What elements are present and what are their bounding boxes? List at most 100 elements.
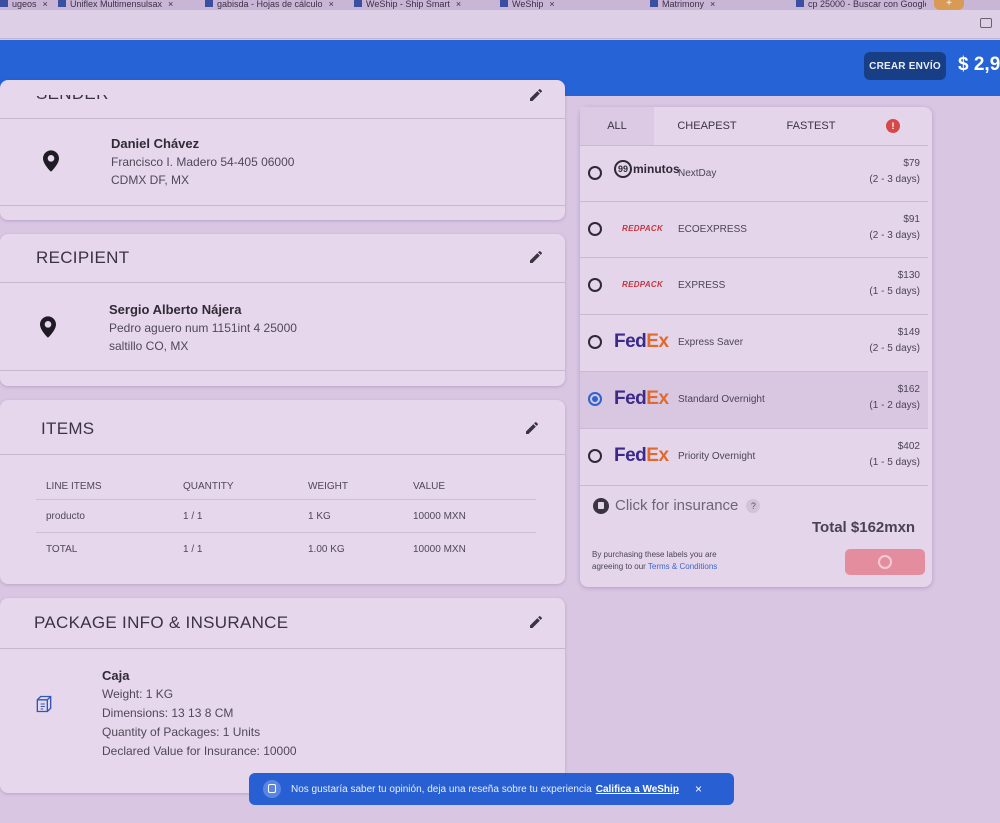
browser-tab[interactable]: cp 25000 - Buscar con Google× — [796, 0, 926, 10]
edit-sender-icon[interactable] — [528, 87, 544, 103]
tab-label: gabisda - Hojas de cálculo — [217, 0, 323, 9]
rate-option-selected[interactable]: FedEx Standard Overnight $162 (1 - 2 days… — [580, 371, 928, 428]
rate-radio[interactable] — [588, 222, 602, 236]
column-header: LINE ITEMS — [46, 480, 102, 492]
divider — [0, 648, 565, 649]
rate-radio[interactable] — [588, 449, 602, 463]
location-pin-icon — [40, 316, 56, 338]
items-title: ITEMS — [41, 419, 95, 438]
lock-icon — [593, 497, 609, 514]
tab-close-icon[interactable]: × — [456, 0, 461, 9]
divider — [0, 370, 565, 371]
tab-label: cp 25000 - Buscar con Google — [808, 0, 926, 9]
rate-option[interactable]: REDPACK EXPRESS $130 (1 - 5 days) — [580, 257, 928, 314]
tab-favicon-icon — [650, 0, 658, 7]
rate-service: Priority Overnight — [678, 451, 756, 462]
total-label-cell: TOTAL — [36, 532, 173, 565]
tab-favicon-icon — [58, 0, 66, 7]
tab-all[interactable]: ALL — [580, 107, 654, 145]
package-quantity: Quantity of Packages: 1 Units — [102, 725, 261, 739]
sender-address-line2: CDMX DF, MX — [111, 173, 189, 187]
rate-radio[interactable] — [588, 335, 602, 349]
tab-favicon-icon — [354, 0, 362, 7]
tab-close-icon[interactable]: × — [710, 0, 715, 9]
share-icon[interactable] — [980, 18, 992, 28]
items-table: LINE ITEMS QUANTITY WEIGHT VALUE product… — [36, 473, 536, 565]
tab-fastest[interactable]: FASTEST — [760, 107, 862, 145]
recipient-title: RECIPIENT — [36, 248, 130, 267]
browser-tab[interactable]: Matrimony × — [650, 0, 780, 10]
purchase-button[interactable] — [845, 549, 925, 575]
insurance-link[interactable]: Click for insurance ? — [593, 497, 761, 514]
rate-radio[interactable] — [588, 166, 602, 180]
browser-tab-strip: ugeos × Uniflex Multimensulsax × gabisda - H… — [0, 0, 1000, 10]
tab-close-icon[interactable]: × — [329, 0, 334, 9]
loading-spinner-icon — [878, 555, 892, 569]
alert-icon[interactable]: ! — [886, 119, 900, 133]
rate-service: EXPRESS — [678, 280, 726, 291]
terms-link[interactable]: Terms & Conditions — [648, 562, 717, 571]
divider — [0, 282, 565, 283]
package-dimensions: Dimensions: 13 13 8 CM — [102, 706, 234, 720]
package-declared-value: Declared Value for Insurance: 10000 — [102, 744, 297, 758]
column-header: QUANTITY — [183, 480, 234, 492]
tab-favicon-icon — [0, 0, 8, 7]
rate-option[interactable]: FedEx Express Saver $149 (2 - 5 days) — [580, 314, 928, 371]
tab-favicon-icon — [796, 0, 804, 7]
browser-tab[interactable]: gabisda - Hojas de cálculo × — [205, 0, 340, 10]
tab-close-icon[interactable]: × — [549, 0, 554, 9]
item-value-cell: 10000 MXN — [403, 499, 536, 533]
divider — [0, 205, 565, 206]
browser-tab[interactable]: WeShip - Ship Smart × — [354, 0, 489, 10]
tab-label: WeShip — [512, 0, 544, 9]
rate-service: Express Saver — [678, 337, 744, 348]
package-title: PACKAGE INFO & INSURANCE — [34, 613, 289, 632]
99minutos-logo: 99 minutos — [614, 160, 680, 178]
order-total: Total $162mxn — [812, 519, 916, 536]
help-icon[interactable]: ? — [746, 498, 761, 513]
insurance-label: Click for insurance — [615, 497, 739, 514]
table-header-row: LINE ITEMS QUANTITY WEIGHT VALUE — [36, 473, 536, 500]
feedback-icon — [263, 780, 281, 798]
rate-radio-checked[interactable] — [588, 392, 602, 406]
rate-price: $79 (2 - 3 days) — [869, 158, 920, 185]
rate-option[interactable]: FedEx Priority Overnight $402 (1 - 5 days… — [580, 428, 928, 486]
package-type: Caja — [102, 668, 130, 683]
rate-option[interactable]: REDPACK ECOEXPRESS $91 (2 - 3 days) — [580, 201, 928, 258]
new-tab-button[interactable]: + — [934, 0, 964, 10]
column-header: VALUE — [413, 480, 446, 492]
edit-items-icon[interactable] — [524, 420, 540, 436]
rate-price: $162 (1 - 2 days) — [869, 384, 920, 411]
tab-close-icon[interactable]: × — [43, 0, 48, 9]
recipient-address-line1: Pedro aguero num 1151int 4 25000 — [109, 321, 297, 335]
tab-label: ugeos — [12, 0, 37, 9]
tab-label: Uniflex Multimensulsax — [70, 0, 163, 9]
edit-package-icon[interactable] — [528, 614, 544, 630]
redpack-logo: REDPACK — [622, 280, 664, 289]
item-weight-cell: 1 KG — [298, 499, 403, 533]
item-name-cell: producto — [36, 499, 173, 533]
tab-close-icon[interactable]: × — [168, 0, 173, 9]
rate-service: ECOEXPRESS — [678, 224, 747, 235]
browser-tab[interactable]: Uniflex Multimensulsax × — [58, 0, 193, 10]
browser-tab[interactable]: ugeos × — [0, 0, 48, 10]
rate-service: NextDay — [678, 168, 717, 179]
tab-cheapest[interactable]: CHEAPEST — [654, 107, 760, 145]
rate-radio[interactable] — [588, 278, 602, 292]
redpack-logo: REDPACK — [622, 224, 664, 233]
terms-notice: By purchasing these labels you are agree… — [592, 550, 718, 571]
account-balance: $ 2,9 — [958, 54, 1000, 75]
edit-recipient-icon[interactable] — [528, 249, 544, 265]
recipient-address-line2: saltillo CO, MX — [109, 339, 189, 353]
package-box-icon — [36, 695, 52, 713]
create-shipment-button[interactable]: CREAR ENVÍO — [864, 52, 946, 80]
package-weight: Weight: 1 KG — [102, 687, 174, 701]
table-total-row: TOTAL 1 / 1 1.00 KG 10000 MXN — [36, 532, 536, 565]
close-icon[interactable]: × — [695, 782, 702, 796]
total-weight-cell: 1.00 KG — [298, 532, 403, 565]
browser-toolbar — [0, 10, 1000, 39]
browser-tab[interactable]: WeShip × — [500, 0, 635, 10]
rate-option[interactable]: 99 minutos NextDay $79 (2 - 3 days) — [580, 145, 928, 202]
rate-price: $130 (1 - 5 days) — [869, 270, 920, 297]
rate-weship-link[interactable]: Califica a WeShip — [596, 784, 679, 795]
